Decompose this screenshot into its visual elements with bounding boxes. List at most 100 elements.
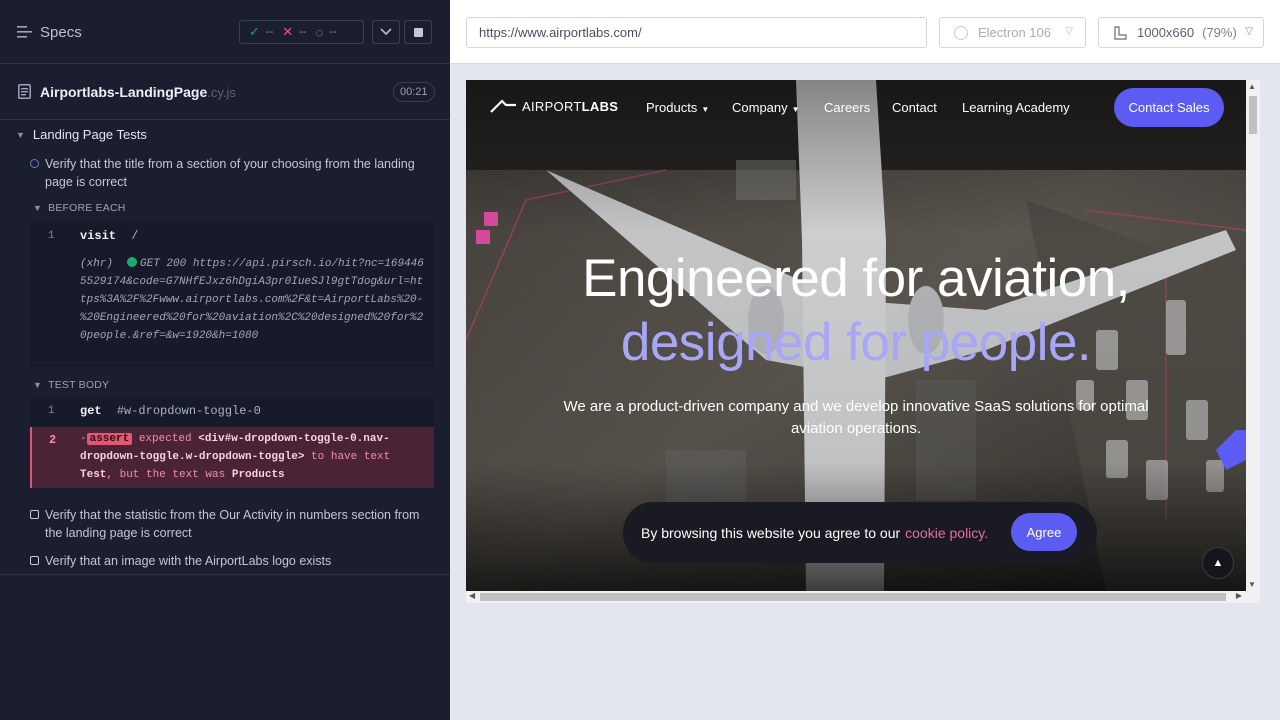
command-arg: /	[131, 229, 139, 243]
stop-icon	[413, 27, 423, 37]
scroll-up-arrow-icon[interactable]: ▲	[1248, 82, 1256, 91]
test-title: Verify that the title from a section of …	[45, 157, 415, 189]
chevron-down-icon: ▽	[1065, 26, 1073, 37]
spec-file-basename: Airportlabs-LandingPage	[40, 84, 208, 100]
failed-count: --	[299, 26, 307, 38]
pending-status-icon	[30, 556, 39, 565]
vertical-scrollbar[interactable]: ▲ ▼	[1246, 80, 1260, 591]
test-stats: ✓ -- ✕ -- ◌ --	[239, 20, 364, 44]
spec-file-ext: .cy.js	[207, 85, 236, 100]
aut-toolbar: https://www.airportlabs.com/ Electron 10…	[450, 0, 1280, 64]
command-number: 1	[48, 405, 55, 417]
nav-company[interactable]: Company ▼	[732, 100, 800, 115]
cookie-text: By browsing this website you agree to ou…	[641, 524, 901, 541]
site-navbar: AIRPORT LABS Products ▼ Company ▼ Careers C…	[466, 80, 1246, 135]
scroll-thumb[interactable]	[1249, 96, 1257, 134]
horizontal-scrollbar[interactable]: ◀ ▶	[466, 591, 1260, 603]
command-arg: #w-dropdown-toggle-0	[116, 404, 261, 418]
spec-file-name[interactable]: Airportlabs-LandingPage.cy.js	[40, 84, 236, 100]
failed-stat: ✕ --	[282, 24, 306, 40]
document-icon	[18, 84, 31, 99]
xhr-log[interactable]: (xhr) GET 200 https://api.pirsch.io/hit?n…	[30, 251, 434, 355]
assert-expected-word: expected	[138, 433, 192, 445]
chevron-down-icon	[380, 28, 392, 36]
command-visit[interactable]: 1 visit /	[30, 221, 434, 251]
airplane-logo-icon	[490, 99, 516, 113]
aut-panel: https://www.airportlabs.com/ Electron 10…	[450, 0, 1280, 720]
aut-iframe: AIRPORT LABS Products ▼ Company ▼ Careers C…	[466, 80, 1260, 603]
contact-sales-button[interactable]: Contact Sales	[1114, 88, 1224, 127]
pending-status-icon	[30, 510, 39, 519]
hero-subtitle: We are a product-driven company and we d…	[563, 398, 1149, 437]
assert-separator: , but the text was	[106, 469, 226, 481]
before-each-hook[interactable]: ▼ BEFORE EACH	[33, 202, 126, 214]
test-body-commands: 1 get #w-dropdown-toggle-0	[30, 398, 434, 426]
pending-count: --	[329, 26, 337, 38]
reporter-panel: Specs ✓ -- ✕ -- ◌ -- Airportlabs-Landing…	[0, 0, 450, 720]
scroll-right-arrow-icon[interactable]: ▶	[1236, 591, 1242, 600]
collapse-button[interactable]	[372, 20, 400, 44]
nav-products[interactable]: Products ▼	[646, 100, 709, 115]
nav-contact[interactable]: Contact	[892, 100, 937, 115]
divider	[0, 574, 450, 575]
hero-title: Engineered for aviation,	[582, 249, 1130, 308]
test-title: Verify that an image with the AirportLab…	[45, 554, 332, 568]
suite-title-text: Landing Page Tests	[32, 127, 147, 142]
before-each-commands: 1 visit / (xhr) GET 200 https://api.pirsc…	[30, 221, 434, 367]
assert-expected-text: Test	[80, 469, 107, 481]
pending-icon: ◌	[315, 24, 324, 40]
command-get[interactable]: 1 get #w-dropdown-toggle-0	[30, 398, 434, 426]
cookie-banner: By browsing this website you agree to ou…	[623, 502, 1097, 563]
zoom-level: (79%)	[1202, 25, 1237, 40]
nav-label: Company	[732, 100, 788, 115]
viewport-selector[interactable]: 1000x660 (79%) ▽	[1098, 17, 1264, 48]
command-number: 1	[48, 230, 55, 242]
logo-text: AIRPORT	[522, 98, 582, 114]
reporter-header: Specs ✓ -- ✕ -- ◌ --	[0, 0, 450, 64]
airportlabs-logo[interactable]: AIRPORT LABS	[490, 98, 618, 114]
caret-down-icon: ▼	[33, 203, 43, 213]
running-status-icon	[30, 159, 39, 168]
check-icon: ✓	[249, 24, 260, 39]
chevron-up-icon: ▲	[1212, 557, 1224, 569]
viewport-size: 1000x660	[1137, 25, 1195, 40]
test-item-pending[interactable]: Verify that an image with the AirportLab…	[30, 552, 430, 570]
scroll-to-top-button[interactable]: ▲	[1202, 547, 1234, 579]
chevron-down-icon: ▼	[701, 105, 710, 114]
electron-icon	[954, 25, 968, 40]
suite-title[interactable]: ▼ Landing Page Tests	[16, 127, 147, 142]
scroll-left-arrow-icon[interactable]: ◀	[469, 591, 475, 600]
status-dot-icon	[127, 257, 138, 267]
scroll-thumb[interactable]	[480, 593, 1226, 601]
pending-stat: ◌ --	[315, 25, 336, 40]
nav-learning-academy[interactable]: Learning Academy	[962, 100, 1070, 115]
test-item-pending[interactable]: Verify that the statistic from the Our A…	[30, 506, 430, 542]
x-icon: ✕	[282, 24, 294, 39]
caret-down-icon: ▼	[16, 129, 25, 140]
browser-name: Electron 106	[978, 25, 1051, 40]
assert-failed-command[interactable]: 2 - assert expected <div#w-dropdown-toggl…	[30, 427, 434, 488]
spec-file-header: Airportlabs-LandingPage.cy.js 00:21	[0, 64, 450, 120]
caret-down-icon: ▼	[33, 380, 43, 390]
cookie-policy-link[interactable]: cookie policy.	[905, 525, 988, 541]
scroll-down-arrow-icon[interactable]: ▼	[1248, 580, 1256, 589]
test-item-running[interactable]: Verify that the title from a section of …	[30, 155, 430, 191]
specs-list-icon[interactable]	[17, 26, 32, 38]
test-body-hook[interactable]: ▼ TEST BODY	[33, 379, 109, 391]
xhr-text: GET 200 https://api.pirsch.io/hit?nc=169…	[80, 258, 424, 342]
hook-label: BEFORE EACH	[48, 202, 126, 214]
xhr-prefix: (xhr)	[80, 258, 114, 270]
url-bar[interactable]: https://www.airportlabs.com/	[466, 17, 927, 48]
nav-careers[interactable]: Careers	[824, 100, 870, 115]
test-title: Verify that the statistic from the Our A…	[45, 508, 420, 540]
agree-button[interactable]: Agree	[1011, 513, 1077, 551]
browser-selector[interactable]: Electron 106 ▽	[939, 17, 1086, 48]
chevron-down-icon: ▼	[791, 105, 800, 114]
logo-text-bold: LABS	[581, 98, 619, 114]
passed-count: --	[265, 26, 274, 38]
assert-actual-text: Products	[231, 469, 285, 481]
assert-badge: assert	[86, 433, 133, 445]
specs-title[interactable]: Specs	[40, 24, 82, 41]
command-number: 2	[49, 433, 57, 447]
stop-button[interactable]	[404, 20, 432, 44]
